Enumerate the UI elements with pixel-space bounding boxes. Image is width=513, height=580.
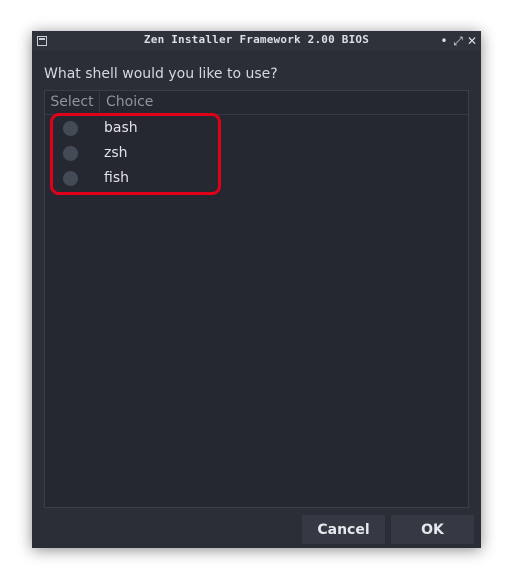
- ok-button[interactable]: OK: [390, 514, 475, 545]
- title-bar[interactable]: Zen Installer Framework 2.00 BIOS • ⤢ ✕: [32, 31, 481, 51]
- choice-label: fish: [104, 170, 129, 186]
- choice-label: zsh: [104, 145, 128, 161]
- shell-choice-list: Select Choice bash zsh fish: [44, 90, 469, 508]
- maximize-icon[interactable]: ⤢: [453, 32, 463, 50]
- window-title: Zen Installer Framework 2.00 BIOS: [143, 33, 370, 46]
- radio-button[interactable]: [63, 146, 78, 161]
- list-item-fish[interactable]: fish: [45, 166, 468, 191]
- list-item-bash[interactable]: bash: [45, 116, 468, 141]
- installer-dialog-window: Zen Installer Framework 2.00 BIOS • ⤢ ✕ …: [32, 31, 481, 548]
- column-header-select[interactable]: Select: [45, 91, 100, 114]
- minimize-icon[interactable]: •: [439, 32, 449, 50]
- dialog-prompt: What shell would you like to use?: [44, 66, 278, 82]
- list-item-zsh[interactable]: zsh: [45, 141, 468, 166]
- window-controls: • ⤢ ✕: [439, 32, 477, 50]
- column-header-choice[interactable]: Choice: [106, 91, 153, 114]
- choice-label: bash: [104, 120, 138, 136]
- close-icon[interactable]: ✕: [467, 32, 477, 50]
- cancel-button[interactable]: Cancel: [301, 514, 386, 545]
- list-header: Select Choice: [45, 91, 468, 115]
- radio-button[interactable]: [63, 121, 78, 136]
- radio-button[interactable]: [63, 171, 78, 186]
